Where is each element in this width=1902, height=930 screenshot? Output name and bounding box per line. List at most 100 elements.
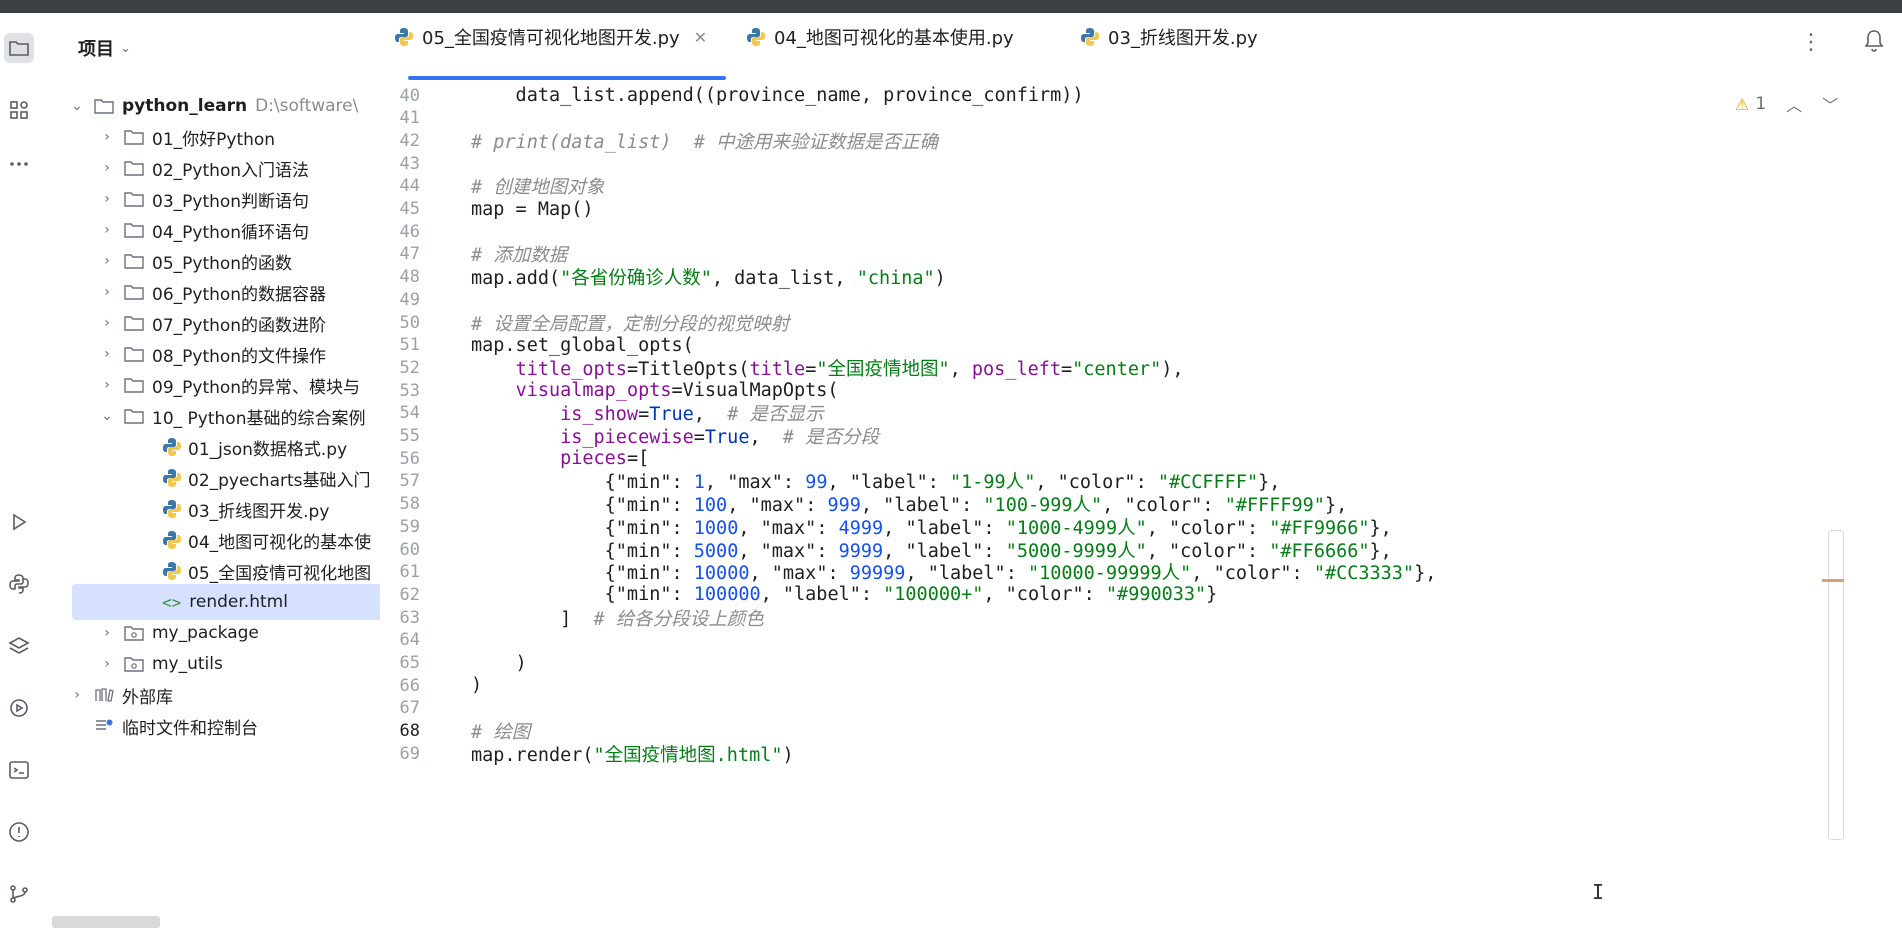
line-number[interactable]: 49 (380, 290, 420, 310)
python-file-icon (395, 28, 413, 46)
line-number[interactable]: 43 (380, 154, 420, 174)
chevron-right-icon[interactable]: › (100, 129, 114, 145)
project-folder-icon[interactable] (4, 33, 34, 63)
folder-label: 01_你好Python (152, 129, 276, 150)
horizontal-scrollbar[interactable] (52, 916, 160, 928)
more-tools-icon[interactable] (4, 149, 34, 179)
tab[interactable]: 04_地图可视化的基本使用.py (746, 22, 1014, 52)
line-number[interactable]: 53 (380, 381, 420, 401)
line-number[interactable]: 50 (380, 313, 420, 333)
folder-icon (124, 378, 144, 393)
html-file-icon: <> (162, 592, 182, 612)
tree-scratches[interactable]: 临时文件和控制台 (38, 708, 380, 744)
folder-icon (124, 130, 144, 145)
line-number[interactable]: 62 (380, 585, 420, 605)
code-text[interactable]: map = Map() (471, 199, 594, 220)
line-number[interactable]: 69 (380, 744, 420, 764)
code-text[interactable]: map.render("全国疫情地图.html") (471, 741, 794, 767)
line-number[interactable]: 41 (380, 108, 420, 128)
chevron-down-icon[interactable]: ⌄ (100, 408, 114, 424)
python-console-icon[interactable] (4, 569, 34, 599)
line-number[interactable]: 65 (380, 653, 420, 673)
line-number[interactable]: 48 (380, 267, 420, 287)
chevron-up-icon[interactable]: ︿ (1786, 92, 1802, 116)
code-text[interactable]: data_list.append((province_name, provinc… (471, 85, 1084, 106)
inspection-widget[interactable]: ⚠ 1 ︿ ﹀ (1735, 92, 1838, 116)
line-number[interactable]: 67 (380, 698, 420, 718)
problems-icon[interactable] (4, 817, 34, 847)
tab[interactable]: 03_折线图开发.py (1080, 22, 1258, 52)
line-number[interactable]: 63 (380, 608, 420, 628)
line-number[interactable]: 68 (380, 721, 420, 741)
code-text[interactable]: pieces=[ (471, 448, 649, 469)
python-file-icon (163, 469, 181, 487)
code-line[interactable]: 69 map.render("全国疫情地图.html") (380, 740, 1902, 767)
structure-icon[interactable] (4, 95, 34, 125)
chevron-right-icon[interactable]: › (100, 346, 114, 362)
project-panel-title[interactable]: 项目 ⌄ (78, 35, 131, 61)
code-text[interactable]: ) (471, 675, 482, 696)
line-number[interactable]: 61 (380, 562, 420, 582)
chevron-right-icon[interactable]: › (100, 625, 114, 641)
folder-label: 04_Python循环语句 (152, 222, 310, 243)
python-file-icon (163, 562, 181, 580)
notifications-bell-icon[interactable] (1862, 28, 1886, 54)
git-icon[interactable] (4, 879, 34, 909)
line-number[interactable]: 64 (380, 630, 420, 650)
layers-icon[interactable] (4, 631, 34, 661)
chevron-down-icon[interactable]: ⌄ (120, 41, 131, 56)
code-text[interactable]: map.set_global_opts( (471, 335, 694, 356)
line-number[interactable]: 45 (380, 199, 420, 219)
line-number[interactable]: 42 (380, 131, 420, 151)
vertical-scrollbar[interactable] (1828, 530, 1844, 840)
external-libraries-label: 外部库 (122, 687, 173, 708)
chevron-down-icon[interactable]: ﹀ (1822, 92, 1838, 116)
python-file-icon (1081, 28, 1099, 46)
folder-icon (124, 223, 144, 238)
line-number[interactable]: 58 (380, 494, 420, 514)
folder-icon (124, 254, 144, 269)
folder-icon (124, 316, 144, 331)
close-icon[interactable]: ✕ (694, 28, 707, 47)
chevron-right-icon[interactable]: › (100, 160, 114, 176)
code-text[interactable]: visualmap_opts=VisualMapOpts( (471, 380, 839, 401)
line-number[interactable]: 56 (380, 449, 420, 469)
line-number[interactable]: 47 (380, 244, 420, 264)
line-number[interactable]: 66 (380, 676, 420, 696)
tab-active[interactable]: 05_全国疫情可视化地图开发.py ✕ (394, 22, 707, 52)
line-number[interactable]: 59 (380, 517, 420, 537)
line-number[interactable]: 44 (380, 176, 420, 196)
package-icon (124, 657, 144, 672)
more-vertical-icon[interactable]: ⋮ (1800, 30, 1822, 55)
folder-label: 03_Python判断语句 (152, 191, 310, 212)
line-number[interactable]: 46 (380, 222, 420, 242)
chevron-right-icon[interactable]: › (100, 222, 114, 238)
run-icon[interactable] (4, 507, 34, 537)
code-text[interactable]: ) (471, 653, 527, 674)
line-number[interactable]: 60 (380, 540, 420, 560)
line-number[interactable]: 51 (380, 335, 420, 355)
code-editor[interactable]: 40 data_list.append((province_name, prov… (380, 80, 1902, 930)
chevron-right-icon[interactable]: › (100, 377, 114, 393)
scratches-label: 临时文件和控制台 (122, 718, 258, 739)
services-icon[interactable] (4, 693, 34, 723)
warning-icon: ⚠ (1735, 94, 1750, 114)
terminal-icon[interactable] (4, 755, 34, 785)
chevron-right-icon[interactable]: › (100, 656, 114, 672)
folder-label: 09_Python的异常、模块与 (152, 377, 361, 398)
chevron-right-icon[interactable]: › (100, 191, 114, 207)
code-text[interactable]: {"min": 100000, "label": "100000+", "col… (471, 584, 1218, 605)
chevron-right-icon[interactable]: › (100, 253, 114, 269)
project-panel: 项目 ⌄ ⌄ python_learn D:\software\ › 01_你好… (38, 13, 380, 930)
chevron-right-icon[interactable]: › (100, 315, 114, 331)
line-number[interactable]: 55 (380, 426, 420, 446)
line-number[interactable]: 52 (380, 358, 420, 378)
line-number[interactable]: 40 (380, 86, 420, 106)
folder-icon (94, 99, 114, 114)
chevron-down-icon[interactable]: ⌄ (70, 98, 84, 114)
warning-count: 1 (1755, 94, 1767, 114)
chevron-right-icon[interactable]: › (100, 284, 114, 300)
line-number[interactable]: 54 (380, 403, 420, 423)
line-number[interactable]: 57 (380, 471, 420, 491)
chevron-right-icon[interactable]: › (70, 687, 84, 703)
